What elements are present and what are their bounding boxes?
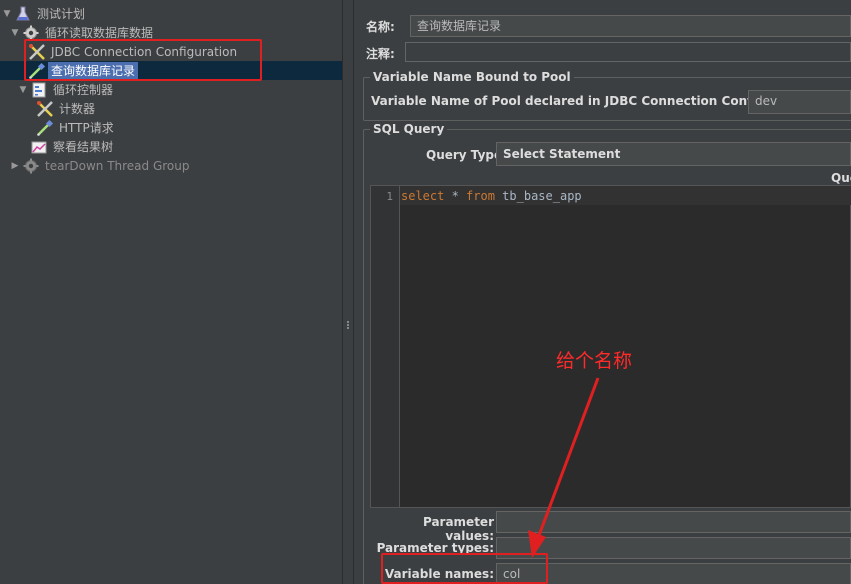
- jmeter-window: ▼ 测试计划 ▼ 循环读取数据库数据 JDBC Connection Confi…: [0, 0, 851, 584]
- annotation-arrow-icon: [528, 377, 600, 558]
